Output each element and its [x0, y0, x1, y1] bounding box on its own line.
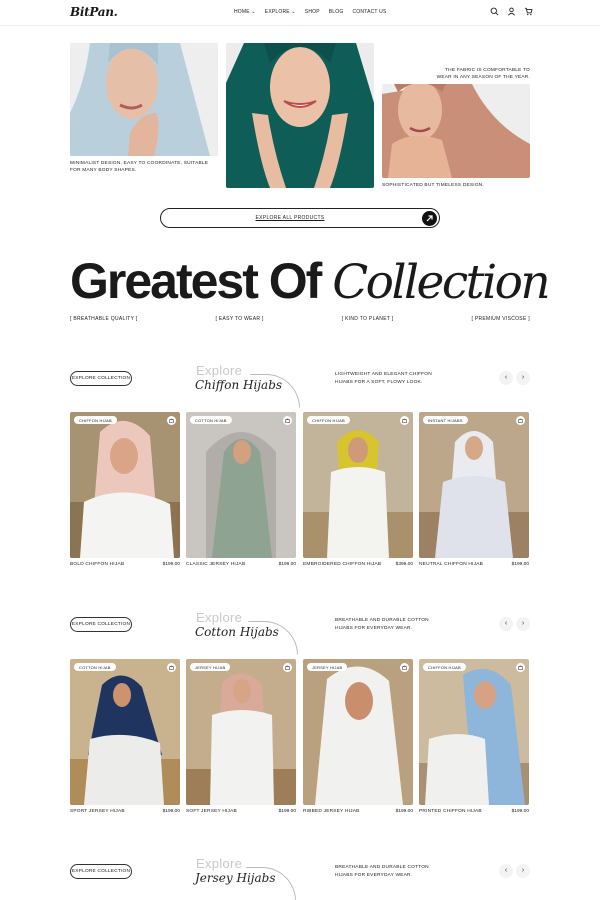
section-description: BREATHABLE AND DURABLE COTTON HIJABS FOR… [335, 618, 429, 631]
decorative-arc [250, 374, 300, 408]
category-badge: JERSEY HIJAB [190, 663, 231, 671]
bag-icon[interactable] [516, 416, 525, 425]
product-image[interactable] [419, 659, 529, 805]
nav-contact[interactable]: CONTACT US [352, 9, 386, 15]
category-badge: COTTON HIJAB [74, 663, 116, 671]
explore-collection-button[interactable]: EXPLORE COLLECTION [70, 371, 132, 386]
product-name[interactable]: EMBROIDERED CHIFFON HIJAB [303, 562, 381, 567]
product-price: $199.00 [511, 562, 529, 567]
tag-premium: [ PREMIUM VISCOSE ] [471, 316, 530, 322]
product-price: $199.00 [395, 809, 413, 814]
site-header: BitPan. HOME ⌄ EXPLORE ⌄ SHOP BLOG CONTA… [0, 0, 600, 26]
product-price: $199.00 [511, 809, 529, 814]
category-badge: JERSEY HIJAB [307, 663, 348, 671]
bag-icon[interactable] [167, 416, 176, 425]
bag-icon[interactable] [516, 663, 525, 672]
feature-tags: [ BREATHABLE QUALITY ] [ EASY TO WEAR ] … [70, 316, 530, 322]
bag-icon[interactable] [283, 416, 292, 425]
logo[interactable]: BitPan. [70, 5, 118, 19]
nav-blog[interactable]: BLOG [329, 9, 344, 15]
product-price: $199.00 [278, 809, 296, 814]
section-cotton: EXPLORE COLLECTION Explore Cotton Hijabs… [0, 609, 600, 829]
chevron-right-icon[interactable]: › [516, 371, 530, 385]
product-price: $199.00 [162, 562, 180, 567]
main-nav: HOME ⌄ EXPLORE ⌄ SHOP BLOG CONTACT US [234, 9, 387, 15]
category-badge: CHIFFON HIJAB [423, 663, 466, 671]
product-image[interactable] [186, 412, 296, 558]
hero-image-terracotta-hijab [382, 84, 530, 178]
explore-collection-button[interactable]: EXPLORE COLLECTION [70, 864, 132, 879]
product-image[interactable] [419, 412, 529, 558]
product-price: $199.00 [162, 809, 180, 814]
category-badge: COTTON HIJAB [190, 416, 232, 424]
product-image[interactable] [70, 659, 180, 805]
explore-all-products-button[interactable]: EXPLORE ALL PRODUCTS [160, 208, 440, 228]
section-chiffon: EXPLORE COLLECTION Explore Chiffon Hijab… [0, 362, 600, 582]
product-name[interactable]: SPORT JERSEY HIJAB [70, 809, 125, 814]
nav-shop[interactable]: SHOP [305, 9, 320, 15]
section-explore-label: Explore [196, 363, 243, 378]
nav-home[interactable]: HOME ⌄ [234, 9, 256, 15]
product-image[interactable] [186, 659, 296, 805]
hero-caption-right-top: THE FABRIC IS COMFORTABLE TO WEAR IN ANY… [436, 68, 530, 80]
cart-icon[interactable] [524, 7, 533, 16]
section-description: BREATHABLE AND DURABLE COTTON HIJABS FOR… [335, 865, 429, 878]
chevron-left-icon[interactable]: ‹ [499, 617, 513, 631]
chevron-right-icon[interactable]: › [516, 864, 530, 878]
hero-caption-left: MINIMALIST DESIGN, EASY TO COORDINATE, S… [70, 161, 209, 173]
bag-icon[interactable] [283, 663, 292, 672]
section-jersey: EXPLORE COLLECTION Explore Jersey Hijabs… [0, 855, 600, 900]
bag-icon[interactable] [400, 663, 409, 672]
category-badge: CHIFFON HIJAB [74, 416, 117, 424]
section-explore-label: Explore [196, 610, 243, 625]
product-image[interactable] [303, 659, 413, 805]
hero-caption-right-bottom: SOPHISTICATED BUT TIMELESS DESIGN. [382, 183, 484, 188]
collection-heading-bold: Greatest Of [70, 253, 333, 309]
section-explore-label: Explore [196, 856, 243, 871]
product-price: $199.00 [278, 562, 296, 567]
header-icons [490, 7, 533, 16]
product-image[interactable] [70, 412, 180, 558]
category-badge: CHIFFON HIJAB [307, 416, 350, 424]
product-name[interactable]: CLASSIC JERSEY HIJAB [186, 562, 245, 567]
product-name[interactable]: RIBBED JERSEY HIJAB [303, 809, 360, 814]
chevron-right-icon[interactable]: › [516, 617, 530, 631]
chevron-left-icon[interactable]: ‹ [499, 371, 513, 385]
product-name[interactable]: SOFT JERSEY HIJAB [186, 809, 237, 814]
collection-heading: Greatest Of Collection [70, 252, 551, 310]
explore-collection-button[interactable]: EXPLORE COLLECTION [70, 617, 132, 632]
bag-icon[interactable] [167, 663, 176, 672]
product-price: $399.00 [395, 562, 413, 567]
category-badge: INSTANT HIJABS [423, 416, 468, 424]
tag-easy: [ EASY TO WEAR ] [215, 316, 264, 322]
explore-all-label: EXPLORE ALL PRODUCTS [255, 215, 325, 221]
product-image[interactable] [303, 412, 413, 558]
nav-explore[interactable]: EXPLORE ⌄ [265, 9, 296, 15]
section-description: LIGHTWEIGHT AND ELEGANT CHIFFON HIJABS F… [335, 372, 432, 385]
decorative-arc [248, 621, 298, 655]
user-icon[interactable] [507, 7, 516, 16]
chevron-left-icon[interactable]: ‹ [499, 864, 513, 878]
product-name[interactable]: BOLD CHIFFON HIJAB [70, 562, 124, 567]
product-name[interactable]: PRINTED CHIFFON HIJAB [419, 809, 482, 814]
tag-breathable: [ BREATHABLE QUALITY ] [70, 316, 138, 322]
product-name[interactable]: NEUTRAL CHIFFON HIJAB [419, 562, 483, 567]
search-icon[interactable] [490, 7, 499, 16]
decorative-arc [246, 867, 296, 900]
bag-icon[interactable] [400, 416, 409, 425]
collection-heading-italic: Collection [332, 255, 550, 310]
tag-kind: [ KIND TO PLANET ] [341, 316, 394, 322]
hero-image-teal-hijab [226, 43, 374, 188]
arrow-up-right-icon [422, 210, 437, 226]
hero-image-light-blue-hijab [70, 43, 218, 156]
